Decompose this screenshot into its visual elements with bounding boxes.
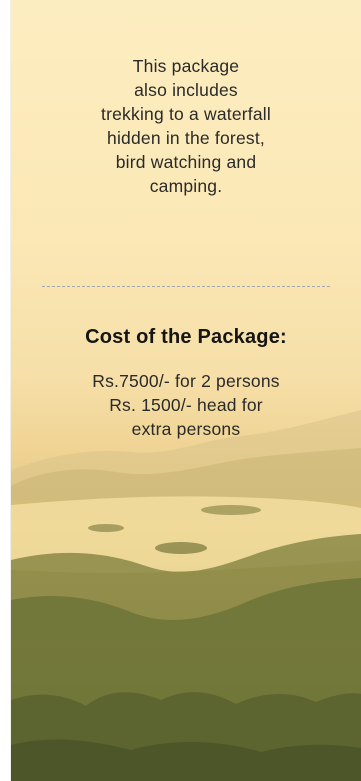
package-description: This package also includes trekking to a…: [51, 54, 321, 198]
cost-heading: Cost of the Package:: [85, 326, 287, 348]
package-info-panel: This package also includes trekking to a…: [11, 0, 361, 781]
description-line: hidden in the forest,: [107, 128, 265, 148]
description-line: also includes: [134, 80, 238, 100]
island: [155, 542, 207, 554]
cost-line: extra persons: [131, 419, 241, 439]
page: This package also includes trekking to a…: [0, 0, 361, 781]
foreground-canopy: [11, 739, 361, 781]
description-line: camping.: [149, 176, 223, 196]
cost-line: Rs.7500/- for 2 persons: [92, 371, 280, 391]
description-line: trekking to a waterfall: [101, 104, 271, 124]
dashed-divider: [42, 286, 330, 287]
cost-line: Rs. 1500/- head for: [109, 395, 263, 415]
description-line: This package: [132, 56, 240, 76]
description-line: bird watching and: [115, 152, 257, 172]
left-edge-strip: [0, 0, 11, 781]
island: [88, 524, 124, 532]
island: [201, 505, 261, 515]
cost-details: Rs.7500/- for 2 persons Rs. 1500/- head …: [11, 369, 361, 441]
